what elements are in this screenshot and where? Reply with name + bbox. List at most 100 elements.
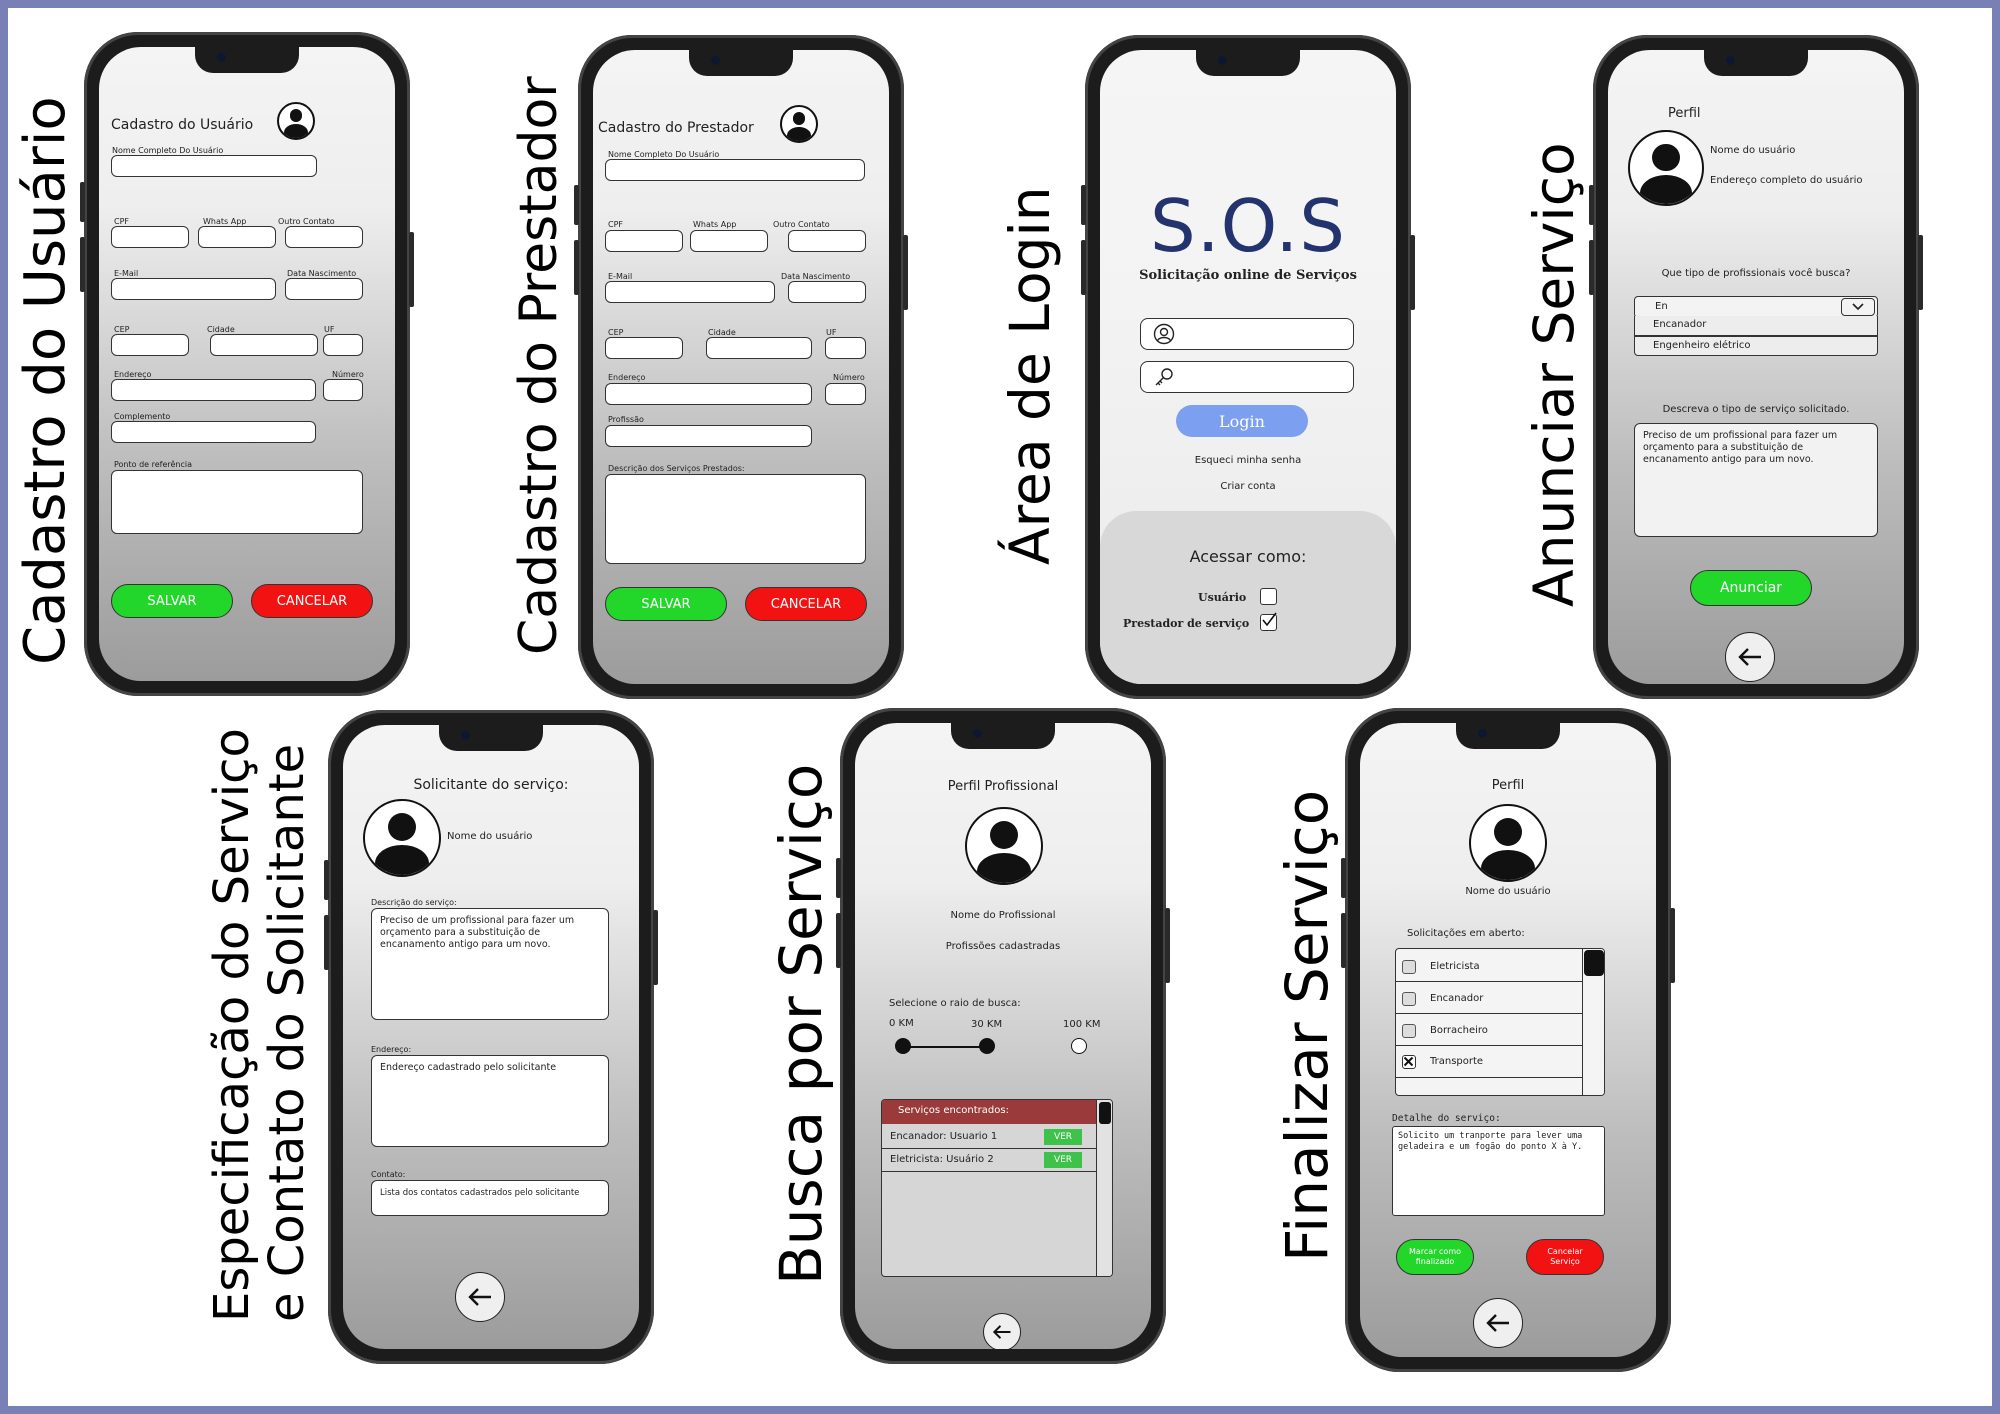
whatsapp-field[interactable] <box>690 230 768 252</box>
password-input[interactable] <box>1140 361 1354 393</box>
side-button <box>1410 235 1415 310</box>
complemento-field[interactable] <box>111 421 316 443</box>
notch <box>951 723 1055 749</box>
slider-thumb[interactable] <box>979 1038 995 1054</box>
numero-field[interactable] <box>323 379 363 401</box>
nome-field[interactable] <box>111 155 317 177</box>
result-row[interactable]: Encanador: Usuario 1 VER <box>882 1126 1096 1149</box>
prestador-checkbox[interactable] <box>1260 612 1277 631</box>
screen: S.O.S Solicitação online de Serviços Log… <box>1100 50 1396 684</box>
user-icon <box>1153 323 1175 345</box>
request-checkbox[interactable] <box>1402 960 1416 974</box>
mark-finished-button[interactable]: Marcar como finalizado <box>1396 1239 1474 1275</box>
cancelar-button[interactable]: CANCELAR <box>251 584 373 618</box>
request-label: Borracheiro <box>1430 1025 1488 1036</box>
salvar-button[interactable]: SALVAR <box>605 587 727 621</box>
cpf-field[interactable] <box>111 226 189 248</box>
request-checkbox[interactable] <box>1402 992 1416 1006</box>
usuario-checkbox[interactable] <box>1260 588 1277 605</box>
back-button[interactable] <box>455 1272 505 1322</box>
list-item[interactable]: Eletricista <box>1396 949 1582 982</box>
email-field[interactable] <box>605 281 775 303</box>
side-button <box>836 913 841 968</box>
back-button[interactable] <box>1725 632 1775 682</box>
requests-list: Eletricista Encanador Borracheiro Transp… <box>1395 948 1605 1096</box>
result-label: Eletricista: Usuário 2 <box>890 1154 994 1165</box>
list-item[interactable]: Borracheiro <box>1396 1013 1582 1046</box>
list-item[interactable]: Encanador <box>1396 981 1582 1014</box>
username-input[interactable] <box>1140 318 1354 350</box>
field-label: Contato: <box>371 1170 406 1179</box>
camera-icon <box>973 729 982 738</box>
avatar-icon[interactable] <box>1469 804 1547 882</box>
results-header: Serviços encontrados: <box>882 1100 1096 1124</box>
profissao-field[interactable] <box>605 425 812 447</box>
field-label: Profissão <box>608 415 644 424</box>
request-label: Eletricista <box>1430 961 1480 972</box>
side-button <box>324 860 329 900</box>
cpf-field[interactable] <box>605 230 683 252</box>
referencia-textarea[interactable] <box>111 470 363 534</box>
phone-finalizar-servico: Perfil Nome do usuário Solicitações em a… <box>1341 708 1675 1372</box>
cep-field[interactable] <box>605 337 683 359</box>
view-button[interactable]: VER <box>1044 1129 1082 1145</box>
salvar-button[interactable]: SALVAR <box>111 584 233 618</box>
create-account-link[interactable]: Criar conta <box>1100 481 1396 492</box>
outro-contato-field[interactable] <box>788 230 866 252</box>
anunciar-button[interactable]: Anunciar <box>1690 570 1812 606</box>
data-nascimento-field[interactable] <box>285 278 363 300</box>
arrow-left-icon <box>1738 648 1761 666</box>
side-button <box>1165 908 1170 983</box>
request-checkbox[interactable] <box>1402 1024 1416 1038</box>
avatar-icon[interactable] <box>780 105 818 143</box>
cancelar-button[interactable]: CANCELAR <box>745 587 867 621</box>
select-option[interactable]: Engenheiro elétrico <box>1634 336 1878 356</box>
uf-field[interactable] <box>323 334 363 356</box>
outro-contato-field[interactable] <box>285 226 363 248</box>
whatsapp-field[interactable] <box>198 226 276 248</box>
endereco-field[interactable] <box>605 383 812 405</box>
scrollbar[interactable] <box>1096 1100 1112 1276</box>
back-button[interactable] <box>983 1313 1021 1349</box>
back-button[interactable] <box>1473 1298 1523 1348</box>
field-label: Descrição do serviço: <box>371 898 457 907</box>
request-checkbox-checked[interactable] <box>1402 1055 1416 1069</box>
scrollbar[interactable] <box>1582 949 1604 1095</box>
cancel-service-button[interactable]: Cancelar Serviço <box>1526 1239 1604 1275</box>
nome-field[interactable] <box>605 159 865 181</box>
result-row[interactable]: Eletricista: Usuário 2 VER <box>882 1149 1096 1172</box>
profession-select[interactable]: En Encanador Engenheiro elétrico <box>1634 296 1878 356</box>
forgot-password-link[interactable]: Esqueci minha senha <box>1100 455 1396 466</box>
results-panel: Serviços encontrados: Encanador: Usuario… <box>881 1099 1113 1277</box>
list-item[interactable]: Transporte <box>1396 1045 1582 1078</box>
select-toggle[interactable] <box>1841 298 1875 316</box>
numero-field[interactable] <box>825 383 866 405</box>
cidade-field[interactable] <box>706 337 812 359</box>
side-button <box>1081 185 1086 225</box>
select-input[interactable]: En <box>1634 296 1878 318</box>
avatar-icon[interactable] <box>1628 130 1704 206</box>
cidade-field[interactable] <box>210 334 318 356</box>
radius-slider[interactable] <box>895 1038 1087 1056</box>
slider-stop-max[interactable] <box>1071 1038 1087 1054</box>
description-textarea[interactable]: Preciso de um profissional para fazer um… <box>1634 423 1878 537</box>
scrollbar-thumb[interactable] <box>1584 950 1604 976</box>
key-icon <box>1155 368 1173 386</box>
login-button[interactable]: Login <box>1176 405 1308 437</box>
endereco-field[interactable] <box>111 379 316 401</box>
view-button[interactable]: VER <box>1044 1152 1082 1168</box>
cep-field[interactable] <box>111 334 189 356</box>
descricao-textarea[interactable] <box>605 474 866 564</box>
scrollbar-thumb[interactable] <box>1099 1102 1111 1124</box>
select-value: En <box>1655 301 1668 312</box>
uf-field[interactable] <box>825 337 866 359</box>
email-field[interactable] <box>111 278 276 300</box>
avatar-icon[interactable] <box>363 799 441 877</box>
select-option[interactable]: Encanador <box>1634 316 1878 336</box>
field-label: Endereço <box>608 373 646 382</box>
button-line: Serviço <box>1550 1257 1580 1266</box>
avatar-icon[interactable] <box>277 102 315 140</box>
slider-stop-min[interactable] <box>895 1038 911 1054</box>
avatar-icon[interactable] <box>965 807 1043 885</box>
data-nascimento-field[interactable] <box>788 281 866 303</box>
